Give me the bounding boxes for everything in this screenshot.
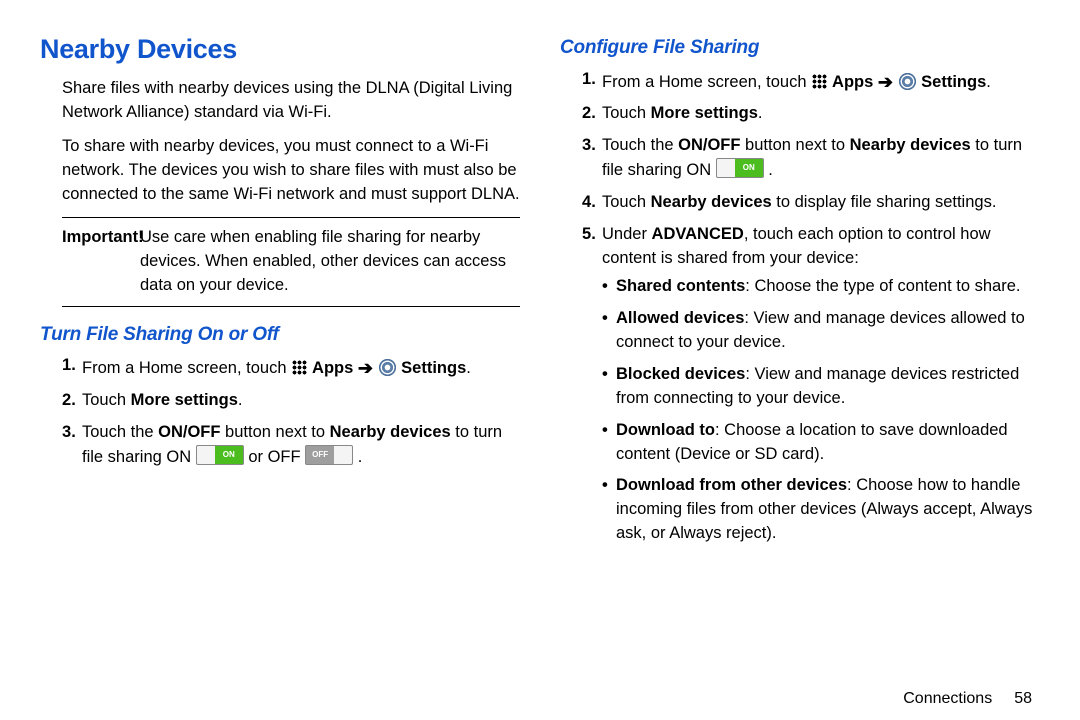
bold-text: Shared contents <box>616 277 745 295</box>
bullet-item: Blocked devices: View and manage devices… <box>602 363 1040 411</box>
footer-section: Connections <box>903 690 992 707</box>
toggle-on-label: ON <box>215 446 243 464</box>
toggle-on-label: ON <box>735 159 763 177</box>
important-note: Important! Use care when enabling file s… <box>62 226 520 298</box>
left-column: Nearby Devices Share files with nearby d… <box>40 30 520 670</box>
bullet-item: Shared contents: Choose the type of cont… <box>602 275 1040 299</box>
bullet-list: Shared contents: Choose the type of cont… <box>602 275 1040 546</box>
step-item: From a Home screen, touch Apps ➔ Setting… <box>62 354 520 381</box>
toggle-on-icon: ON <box>716 158 764 178</box>
bold-text: More settings <box>131 391 238 409</box>
bold-text: ADVANCED <box>652 225 744 243</box>
step-item: Touch More settings. <box>582 102 1040 126</box>
bold-text: Nearby devices <box>850 136 971 154</box>
step-item: Touch Nearby devices to display file sha… <box>582 191 1040 215</box>
apps-icon <box>292 360 307 375</box>
bold-text: Download to <box>616 421 715 439</box>
settings-icon <box>379 359 396 376</box>
step-text: Touch the <box>82 423 158 441</box>
bullet-text: : Choose the type of content to share. <box>745 277 1020 295</box>
divider <box>62 306 520 307</box>
intro-paragraph: To share with nearby devices, you must c… <box>62 135 520 207</box>
bullet-item: Allowed devices: View and manage devices… <box>602 307 1040 355</box>
section-title: Nearby Devices <box>40 30 520 69</box>
step-item: Touch More settings. <box>62 389 520 413</box>
settings-icon <box>899 73 916 90</box>
intro-paragraph: Share files with nearby devices using th… <box>62 77 520 125</box>
bold-text: Download from other devices <box>616 476 847 494</box>
bold-text: ON/OFF <box>678 136 740 154</box>
step-text: or OFF <box>248 448 305 466</box>
arrow-icon: ➔ <box>358 358 373 378</box>
bullet-item: Download from other devices: Choose how … <box>602 474 1040 546</box>
divider <box>62 217 520 218</box>
settings-label: Settings <box>917 73 987 91</box>
bold-text: More settings <box>651 104 758 122</box>
apps-label: Apps <box>828 73 878 91</box>
bold-text: ON/OFF <box>158 423 220 441</box>
step-text: From a Home screen, touch <box>602 73 811 91</box>
subheading-turn-sharing: Turn File Sharing On or Off <box>40 321 520 349</box>
steps-list: From a Home screen, touch Apps ➔ Setting… <box>62 354 520 470</box>
step-text: button next to <box>740 136 849 154</box>
step-text: Touch <box>82 391 131 409</box>
bullet-item: Download to: Choose a location to save d… <box>602 419 1040 467</box>
step-text: Under <box>602 225 652 243</box>
step-item: From a Home screen, touch Apps ➔ Setting… <box>582 68 1040 95</box>
important-body: Use care when enabling file sharing for … <box>140 226 520 298</box>
right-column: Configure File Sharing From a Home scree… <box>560 30 1040 670</box>
apps-label: Apps <box>308 359 358 377</box>
step-item: Touch the ON/OFF button next to Nearby d… <box>62 421 520 470</box>
step-text: Touch <box>602 193 651 211</box>
arrow-icon: ➔ <box>878 72 893 92</box>
subheading-configure-sharing: Configure File Sharing <box>560 34 1040 62</box>
toggle-on-icon: ON <box>196 445 244 465</box>
bold-text: Allowed devices <box>616 309 744 327</box>
step-text: button next to <box>220 423 329 441</box>
toggle-off-icon: OFF <box>305 445 353 465</box>
step-item: Touch the ON/OFF button next to Nearby d… <box>582 134 1040 183</box>
bold-text: Nearby devices <box>330 423 451 441</box>
footer-page-number: 58 <box>1014 690 1032 707</box>
important-label: Important! <box>62 228 144 246</box>
steps-list: From a Home screen, touch Apps ➔ Setting… <box>582 68 1040 547</box>
step-text: From a Home screen, touch <box>82 359 291 377</box>
step-text: Touch the <box>602 136 678 154</box>
apps-icon <box>812 74 827 89</box>
toggle-off-label: OFF <box>306 446 334 464</box>
bold-text: Blocked devices <box>616 365 745 383</box>
step-item: Under ADVANCED, touch each option to con… <box>582 223 1040 546</box>
step-text: to display file sharing settings. <box>772 193 997 211</box>
bold-text: Nearby devices <box>651 193 772 211</box>
page-footer: Connections 58 <box>0 690 1080 708</box>
step-text: Touch <box>602 104 651 122</box>
settings-label: Settings <box>397 359 467 377</box>
